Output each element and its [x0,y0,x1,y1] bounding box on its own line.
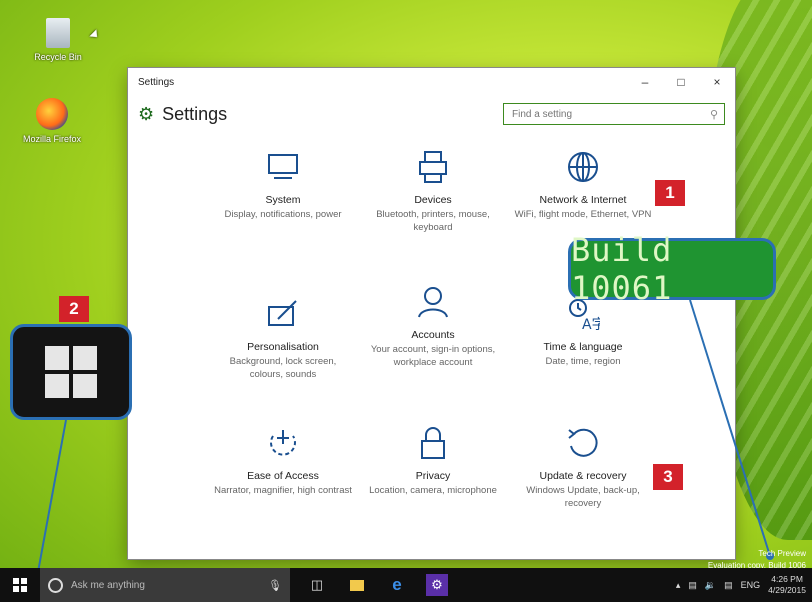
network-icon[interactable]: ▤ [688,580,697,591]
taskbar: Ask me anything 🎙 ◫ e ⚙ ▴ ▤ 🔉 ▤ ENG 4:26… [0,568,812,602]
task-view-icon[interactable]: ◫ [306,574,328,596]
taskbar-search-placeholder: Ask me anything [71,579,145,591]
settings-app-icon[interactable]: ⚙ [426,574,448,596]
edge-browser-icon[interactable]: e [386,574,408,596]
watermark-line-1: Tech Preview [758,549,806,558]
language-indicator[interactable]: ENG [741,580,761,590]
file-explorer-icon[interactable] [346,574,368,596]
taskbar-app-icons: ◫ e ⚙ [306,574,448,596]
start-button[interactable] [0,568,40,602]
clock-time: 4:26 PM [771,574,803,584]
volume-icon[interactable]: 🔉 [705,580,716,591]
cortana-icon [48,577,63,593]
show-hidden-icons-icon[interactable]: ▴ [676,580,681,591]
callout-leader-lines [34,299,774,576]
system-tray: ▴ ▤ 🔉 ▤ ENG 4:26 PM 4/29/2015 [676,574,812,596]
microphone-icon[interactable]: 🎙 [268,579,282,592]
taskbar-search-box[interactable]: Ask me anything 🎙 [40,568,290,602]
clock[interactable]: 4:26 PM 4/29/2015 [768,574,806,596]
windows-start-icon [13,578,27,592]
action-center-icon[interactable]: ▤ [724,580,733,591]
clock-date: 4/29/2015 [768,585,806,595]
